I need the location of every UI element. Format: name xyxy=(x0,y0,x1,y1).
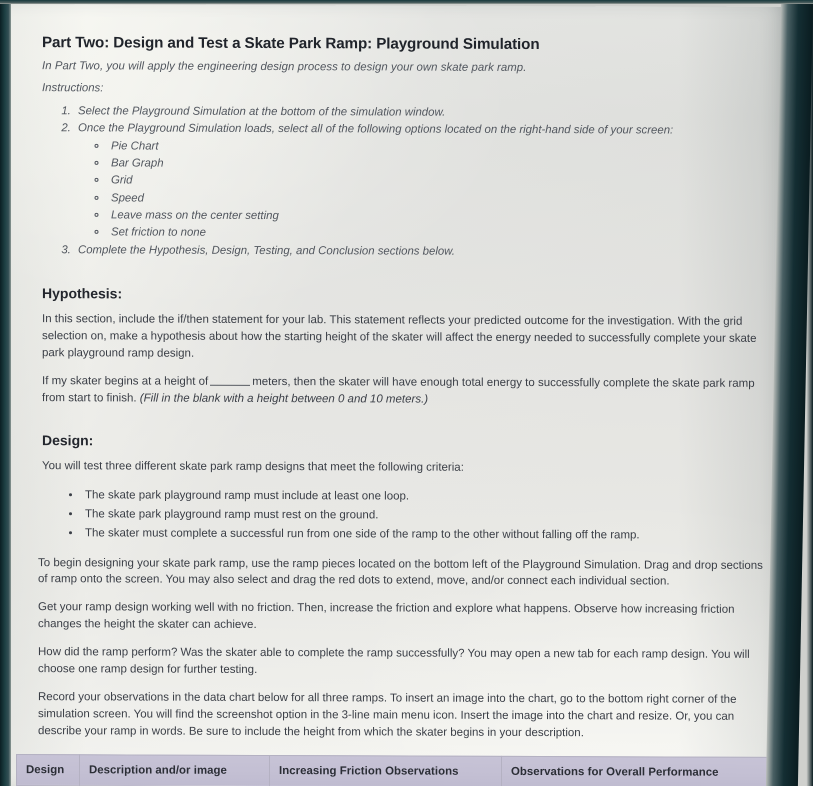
instruction-item-2: Once the Playground Simulation loads, se… xyxy=(74,121,765,245)
screen-bezel-left xyxy=(0,0,11,786)
column-header-design: Design xyxy=(16,754,80,786)
page-title: Part Two: Design and Test a Skate Park R… xyxy=(42,34,540,54)
design-criteria-intro: You will test three different skate park… xyxy=(42,460,464,475)
hypothesis-heading: Hypothesis: xyxy=(42,285,123,302)
column-header-description: Description and/or image xyxy=(79,754,270,786)
photographed-screen-frame: Part Two: Design and Test a Skate Park R… xyxy=(0,0,813,786)
column-header-friction: Increasing Friction Observations xyxy=(269,755,502,786)
hypothesis-blank-field[interactable] xyxy=(210,384,251,386)
data-chart-table: Design Description and/or image Increasi… xyxy=(16,754,775,786)
design-criteria-list: The skate park playground ramp must incl… xyxy=(42,486,765,545)
table-header-row: Design Description and/or image Increasi… xyxy=(16,754,775,786)
design-paragraph-4: Record your observations in the data cha… xyxy=(38,690,737,739)
simulation-options-list: Pie Chart Bar Graph Grid Speed Leave mas… xyxy=(78,138,765,245)
document-content: Part Two: Design and Test a Skate Park R… xyxy=(9,4,787,786)
design-criterion-3: The skater must complete a successful ru… xyxy=(82,524,765,545)
hypothesis-statement: If my skater begins at a height of meters… xyxy=(42,373,765,410)
intro-paragraph: In Part Two, you will apply the engineer… xyxy=(42,60,527,74)
design-paragraph-3: How did the ramp perform? Was the skater… xyxy=(38,646,750,676)
hypothesis-statement-before: If my skater begins at a height of xyxy=(42,374,209,388)
data-chart-container: Design Description and/or image Increasi… xyxy=(16,754,776,786)
instruction-item-2-text: Once the Playground Simulation loads, se… xyxy=(78,122,674,137)
instructions-list: Select the Playground Simulation at the … xyxy=(42,103,765,262)
instruction-item-3: Complete the Hypothesis, Design, Testing… xyxy=(74,242,765,262)
design-paragraph-1: To begin designing your skate park ramp,… xyxy=(38,556,763,588)
design-heading: Design: xyxy=(42,432,94,449)
instructions-label: Instructions: xyxy=(42,82,104,95)
simulation-option-mass: Leave mass on the center setting xyxy=(108,207,765,227)
screen-bezel-top xyxy=(0,0,813,4)
design-criterion-2: The skate park playground ramp must rest… xyxy=(82,505,765,526)
column-header-performance: Observations for Overall Performance xyxy=(501,755,775,786)
worksheet-page: Part Two: Design and Test a Skate Park R… xyxy=(9,4,787,786)
hypothesis-statement-note: (Fill in the blank with a height between… xyxy=(139,392,429,406)
hypothesis-paragraph: In this section, include the if/then sta… xyxy=(42,313,757,360)
design-paragraph-2: Get your ramp design working well with n… xyxy=(38,601,735,632)
